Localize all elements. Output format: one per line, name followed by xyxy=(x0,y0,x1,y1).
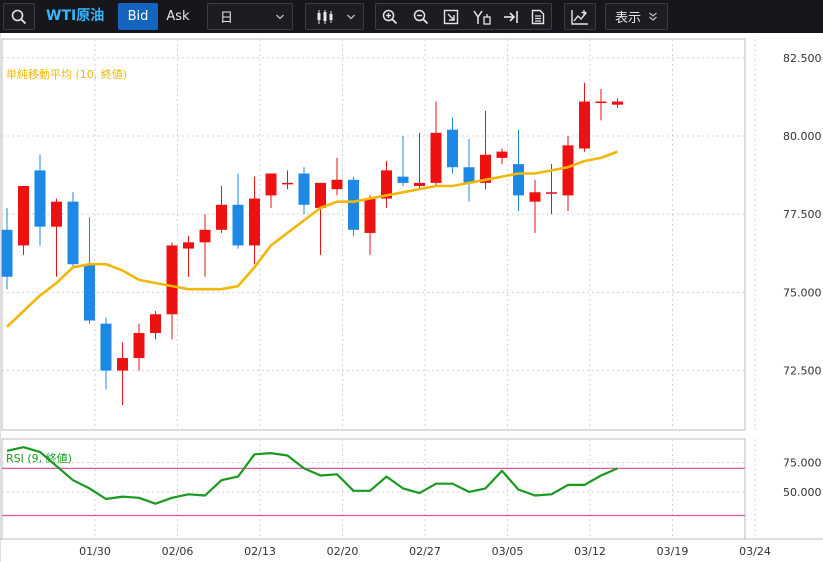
candle-body xyxy=(232,204,244,246)
date-tick-label: 02/13 xyxy=(244,545,276,558)
candle-body xyxy=(183,242,194,249)
candle-body xyxy=(150,314,161,334)
ma-line xyxy=(6,150,618,328)
double-chevron-down-icon xyxy=(649,12,657,21)
display-menu-label: 表示 xyxy=(615,11,642,26)
candle-body xyxy=(18,186,29,246)
rsi-polyline xyxy=(6,446,618,505)
price-tick-label: 77.500 xyxy=(783,208,822,221)
candle-body xyxy=(67,201,79,265)
chart-grid xyxy=(0,33,823,562)
candle-body xyxy=(579,101,590,149)
ma-legend: 単純移動平均 (10, 終値) xyxy=(6,68,128,81)
candle-body xyxy=(364,198,376,233)
rsi-tick-label: 75.000 xyxy=(783,457,822,470)
moving-average xyxy=(6,150,618,328)
candle-body xyxy=(562,145,574,196)
add-indicator-button[interactable] xyxy=(564,3,596,30)
candle-body xyxy=(595,101,607,104)
search-icon xyxy=(11,9,27,24)
axis-labels: 72.500 75.000 77.500 80.000 82.500 01/30 02/06… xyxy=(79,52,821,558)
candle-body xyxy=(265,173,277,196)
main-pane-frame xyxy=(1,38,746,431)
price-tick-label: 82.500 xyxy=(783,52,822,65)
timeframe-select[interactable]: 日 xyxy=(207,3,293,30)
chevron-down-icon xyxy=(347,14,355,20)
candle-body xyxy=(216,204,227,230)
candle-body xyxy=(1,229,13,277)
ask-button[interactable]: Ask xyxy=(158,3,198,30)
date-tick-label: 01/30 xyxy=(79,545,111,558)
candle-body xyxy=(397,176,409,183)
symbol-title: WTI原油 xyxy=(46,8,105,24)
price-tick-label: 80.000 xyxy=(783,130,822,143)
bid-button[interactable]: Bid xyxy=(118,3,158,30)
candle-body xyxy=(100,323,112,371)
candle-body xyxy=(348,179,359,230)
document-icon[interactable] xyxy=(531,9,545,25)
price-chart[interactable]: 72.500 75.000 77.500 80.000 82.500 01/30 02/06… xyxy=(0,33,823,562)
candle-body xyxy=(315,182,326,208)
rsi-line xyxy=(6,446,618,505)
add-indicator-icon xyxy=(571,9,588,25)
shift-chart-icon[interactable] xyxy=(473,9,491,25)
rsi-tick-label: 50.000 xyxy=(783,486,822,499)
chart-tools xyxy=(375,3,552,30)
chart-type-select[interactable] xyxy=(305,3,364,30)
jump-latest-icon[interactable] xyxy=(503,9,519,25)
chevron-down-icon xyxy=(276,14,284,20)
date-tick-label: 02/20 xyxy=(327,545,359,558)
date-tick-label: 02/06 xyxy=(162,545,194,558)
candle-body xyxy=(331,179,343,190)
candle-body xyxy=(282,182,293,185)
candle-body xyxy=(84,264,95,321)
candle-body xyxy=(496,151,508,158)
candle-body xyxy=(133,333,145,359)
candle-body xyxy=(414,182,425,187)
candle-body xyxy=(199,229,211,243)
candle-body xyxy=(249,198,260,246)
toolbar: WTI原油 Bid Ask 日 表示 xyxy=(0,0,823,33)
candle-body xyxy=(463,167,475,183)
candle-body xyxy=(612,101,623,105)
candlestick-icon xyxy=(317,9,333,24)
price-tick-label: 72.500 xyxy=(783,365,822,378)
date-tick-label: 03/05 xyxy=(492,545,524,558)
price-tick-label: 75.000 xyxy=(783,286,822,299)
candle-body xyxy=(51,201,62,227)
candle-body xyxy=(447,129,458,168)
candle-body xyxy=(117,358,128,371)
display-menu-button[interactable]: 表示 xyxy=(605,3,668,30)
date-tick-label: 03/12 xyxy=(574,545,606,558)
candle-body xyxy=(546,192,557,194)
candle-body xyxy=(166,245,178,315)
candle-body xyxy=(529,192,541,202)
zoom-in-icon[interactable] xyxy=(382,9,398,25)
date-tick-label: 02/27 xyxy=(409,545,441,558)
candle-body xyxy=(513,164,524,196)
date-tick-label: 03/19 xyxy=(657,545,689,558)
date-tick-label: 03/24 xyxy=(739,545,771,558)
timeframe-value: 日 xyxy=(220,11,234,26)
search-button[interactable] xyxy=(3,3,35,30)
fit-screen-icon[interactable] xyxy=(443,9,459,25)
rsi-legend: RSI (9, 終値) xyxy=(6,452,72,465)
zoom-out-icon[interactable] xyxy=(413,9,429,25)
candle-body xyxy=(430,132,442,183)
candle-body xyxy=(298,173,310,205)
candle-body xyxy=(34,170,46,227)
candles xyxy=(1,82,623,405)
